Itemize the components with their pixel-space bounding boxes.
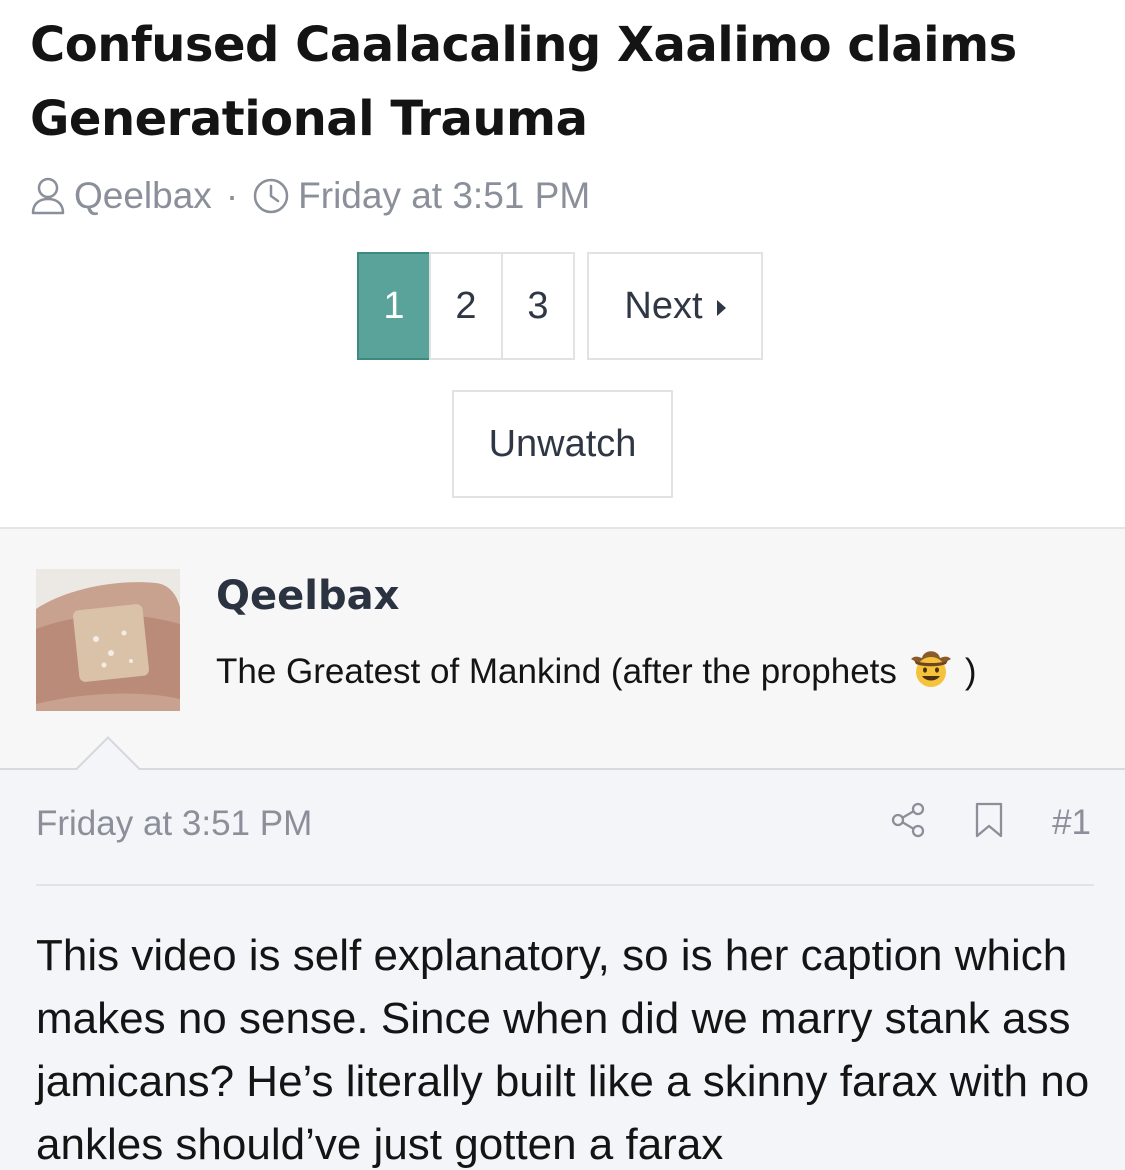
clock-icon: [252, 177, 290, 215]
author-pointer-fill: [76, 739, 140, 771]
cowboy-emoji-icon: [909, 645, 953, 698]
bookmark-icon[interactable]: [974, 802, 1004, 843]
post-message: Friday at 3:51 PM #1 This video is self …: [0, 770, 1125, 1170]
page-1-button[interactable]: 1: [357, 252, 431, 360]
pagination: 1 2 3 Next: [357, 252, 763, 360]
post-date-link[interactable]: Friday at 3:51 PM: [36, 804, 312, 844]
unwatch-button[interactable]: Unwatch: [452, 390, 673, 498]
user-title-text: The Greatest of Mankind (after the proph…: [216, 651, 897, 691]
page-2-button[interactable]: 2: [429, 252, 503, 360]
user-title: The Greatest of Mankind (after the proph…: [216, 645, 977, 698]
post-actions: #1: [890, 802, 1091, 843]
next-label: Next: [624, 284, 703, 327]
thread-meta: Qeelbax · Friday at 3:51 PM: [30, 170, 590, 222]
thread-date-link[interactable]: Friday at 3:51 PM: [298, 175, 590, 217]
user-icon: [30, 176, 66, 216]
post-divider: [36, 884, 1094, 886]
page-3-button[interactable]: 3: [501, 252, 575, 360]
meta-separator: ·: [225, 175, 239, 216]
share-icon[interactable]: [890, 802, 926, 843]
post-username[interactable]: Qeelbax: [216, 573, 399, 619]
avatar[interactable]: [36, 569, 180, 711]
chevron-right-icon: [716, 300, 726, 316]
thread-author-link[interactable]: Qeelbax: [74, 175, 212, 217]
next-page-button[interactable]: Next: [587, 252, 763, 360]
post-author-block: Qeelbax The Greatest of Mankind (after t…: [0, 527, 1125, 770]
thread-title: Confused Caalacaling Xaalimo claims Gene…: [30, 17, 1017, 147]
post-body: This video is self explanatory, so is he…: [36, 931, 1090, 1169]
post-number-link[interactable]: #1: [1052, 803, 1091, 843]
user-title-close: ): [964, 651, 977, 691]
